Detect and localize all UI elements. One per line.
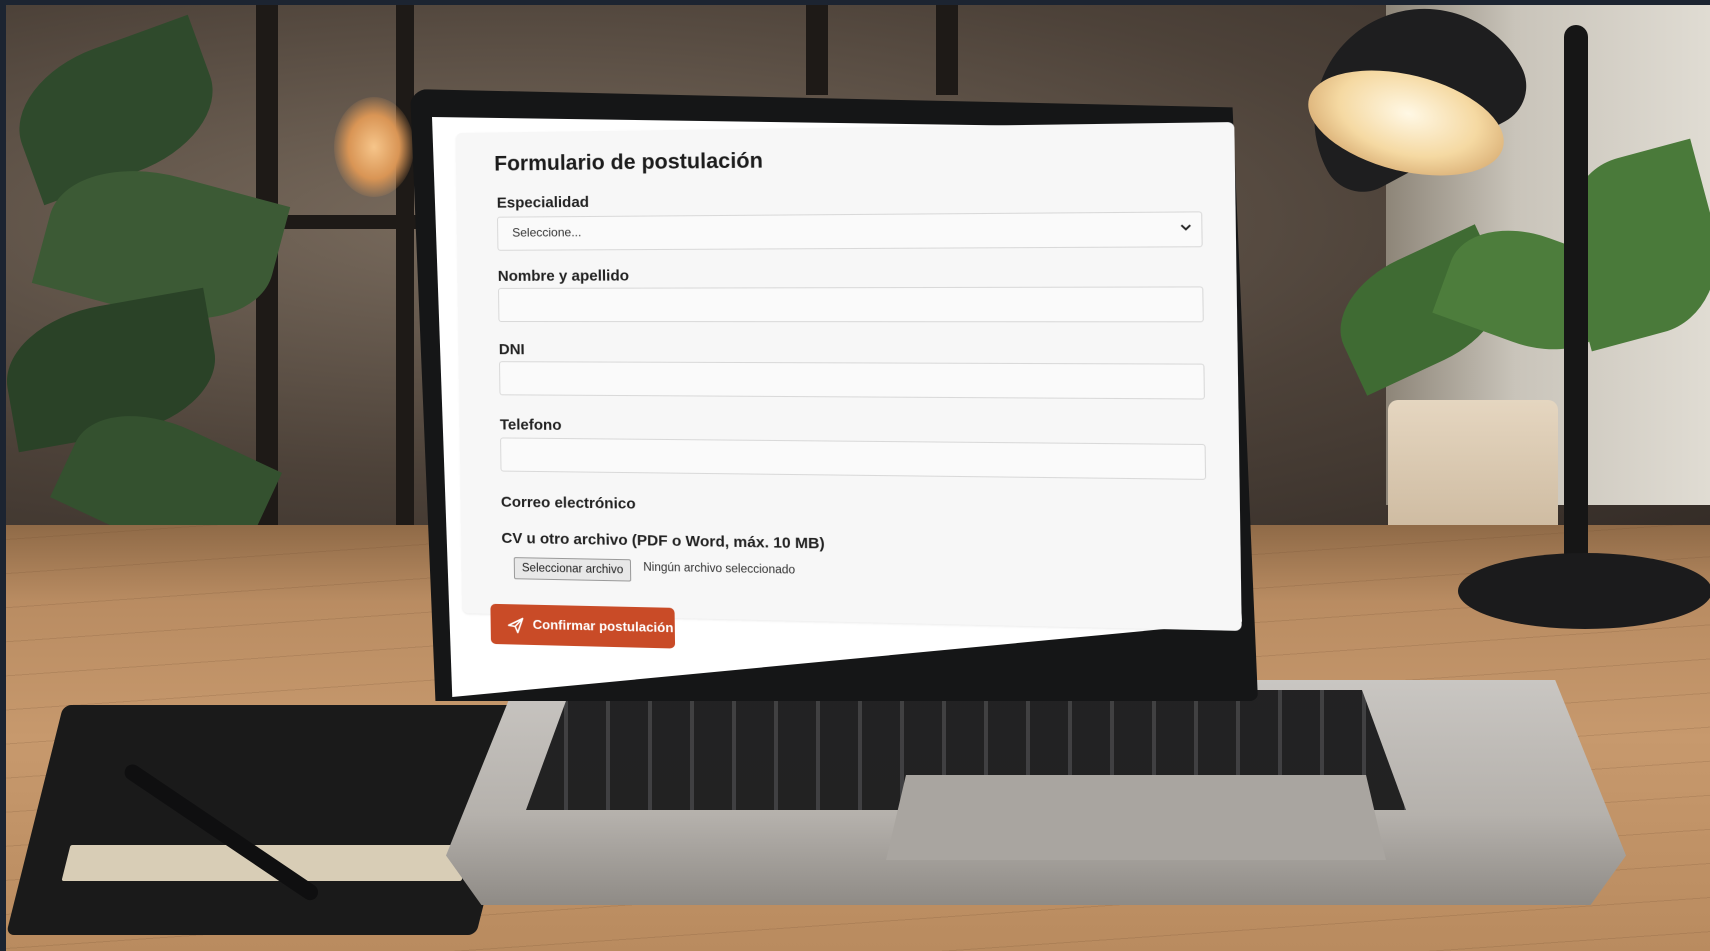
notebook — [6, 705, 533, 935]
form-title: Formulario de postulación — [494, 149, 763, 176]
dni-label: DNI — [499, 341, 525, 358]
shelf-post — [936, 5, 958, 95]
laptop-trackpad — [886, 775, 1386, 860]
nombre-input[interactable] — [498, 286, 1204, 322]
file-status: Ningún archivo seleccionado — [643, 562, 795, 577]
especialidad-select[interactable]: Seleccione... — [497, 211, 1203, 250]
send-icon — [507, 616, 525, 635]
especialidad-selected-value: Seleccione... — [512, 225, 581, 240]
chevron-down-icon — [1179, 221, 1192, 234]
nombre-label: Nombre y apellido — [498, 267, 629, 285]
photo-scene: Formulario de postulación Especialidad S… — [6, 5, 1710, 951]
telefono-label: Telefono — [500, 416, 562, 434]
background-lamp-glow — [334, 97, 414, 197]
especialidad-label: Especialidad — [497, 194, 589, 212]
correo-label: Correo electrónico — [501, 494, 636, 513]
confirm-application-button[interactable]: Confirmar postulación — [490, 604, 675, 649]
select-file-button[interactable]: Seleccionar archivo — [514, 557, 632, 581]
confirm-application-label: Confirmar postulación — [533, 617, 674, 635]
shelf-post — [396, 5, 414, 565]
lamp-base — [1458, 553, 1710, 629]
dni-input[interactable] — [499, 361, 1205, 399]
application-form: Formulario de postulación Especialidad S… — [456, 122, 1265, 717]
lamp-arm — [1564, 25, 1588, 565]
shelf-post — [806, 5, 828, 95]
